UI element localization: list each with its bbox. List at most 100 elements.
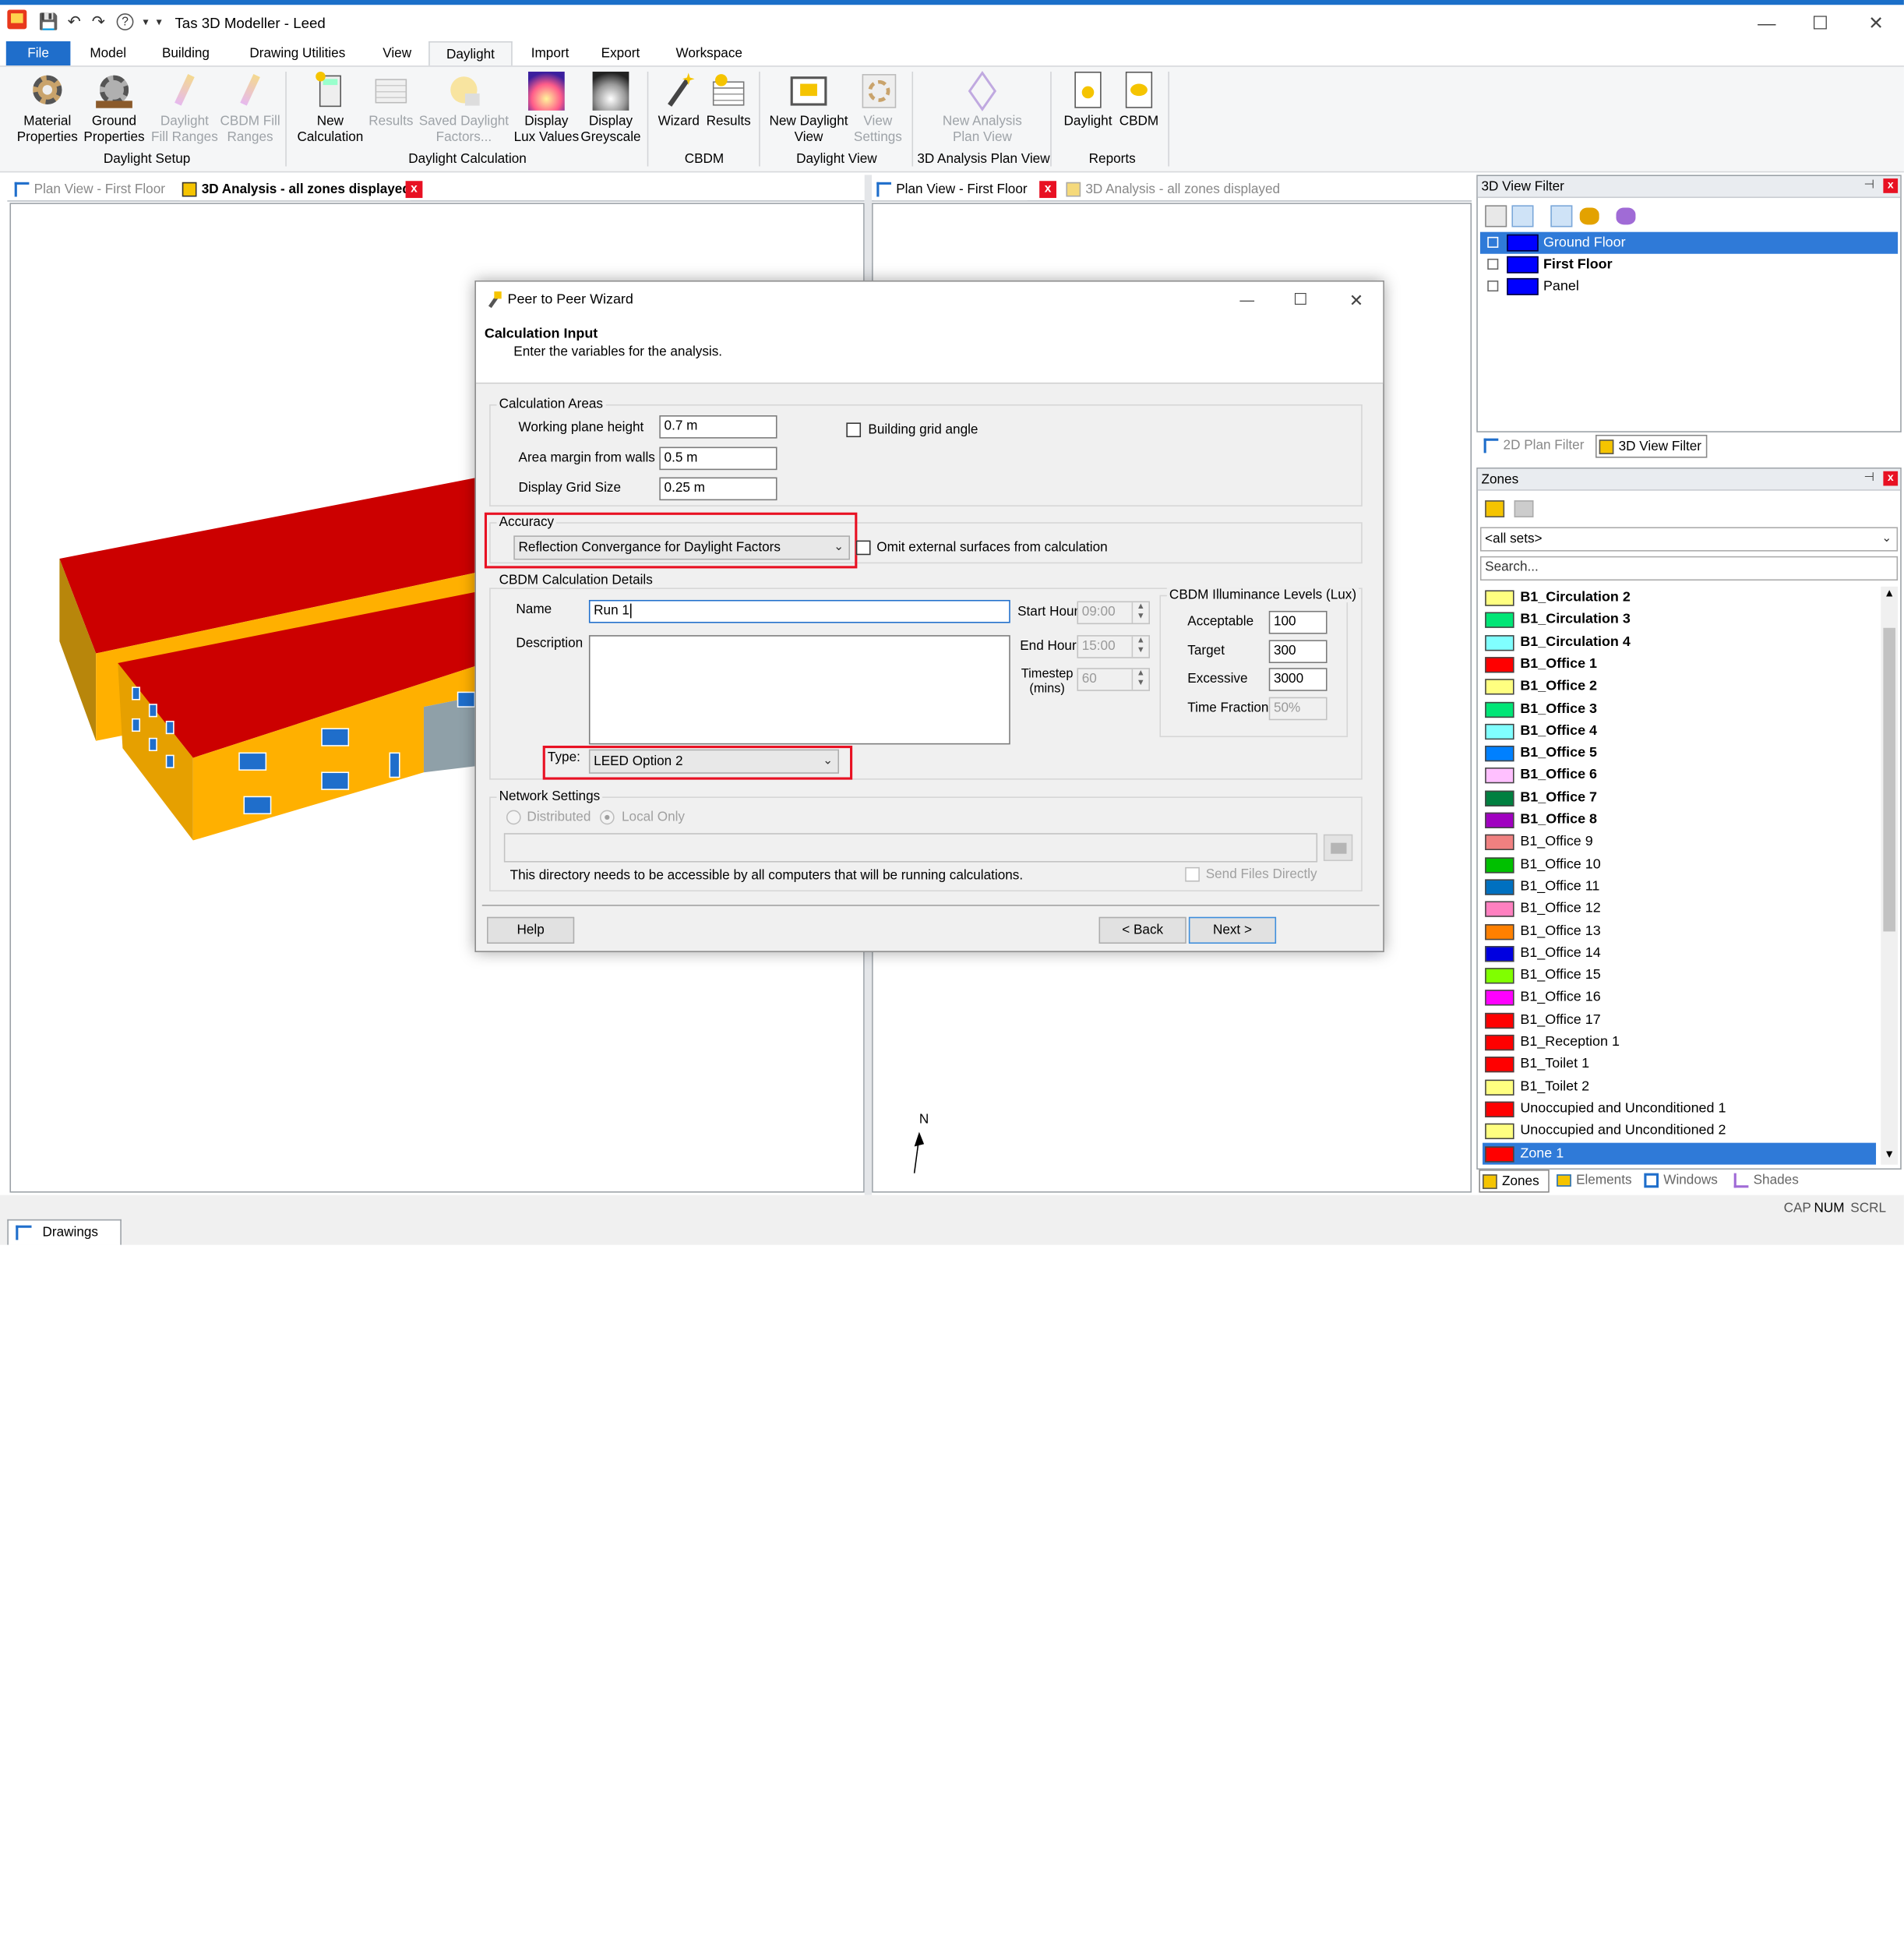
dialog-minimize-icon[interactable]: — — [1229, 287, 1265, 313]
close-tab-button[interactable]: x — [405, 181, 423, 199]
filter-set2-icon[interactable] — [1579, 207, 1599, 225]
building-grid-angle-checkbox[interactable] — [846, 422, 862, 438]
pin-icon[interactable]: ⊣ — [1863, 178, 1874, 192]
dialog-maximize-icon[interactable]: ☐ — [1282, 287, 1319, 313]
display-greyscale-button[interactable]: Display Greyscale — [578, 71, 643, 145]
zone-list-item[interactable]: B1_Circulation 2 — [1483, 587, 1876, 609]
zone-list-item[interactable]: B1_Office 16 — [1483, 986, 1876, 1009]
tab-drawing-utilities[interactable]: Drawing Utilities — [238, 41, 357, 65]
tab-file[interactable]: File — [5, 41, 71, 66]
zone-list-item[interactable]: B1_Office 14 — [1483, 942, 1876, 965]
network-directory-field[interactable] — [503, 833, 1318, 863]
zone-search-input[interactable]: Search... — [1479, 556, 1899, 581]
working-plane-field[interactable]: 0.7 m — [659, 415, 777, 439]
save-icon[interactable]: 💾 — [39, 12, 58, 30]
zone-tool-icon[interactable] — [1485, 500, 1505, 517]
daylight-fill-ranges-button[interactable]: Daylight Fill Ranges — [150, 72, 218, 145]
close-tab-button[interactable]: x — [1039, 181, 1056, 199]
zone-list-item[interactable]: B1_Circulation 3 — [1483, 609, 1876, 631]
back-button[interactable]: < Back — [1098, 916, 1186, 944]
tab-2d-plan-filter[interactable]: 2D Plan Filter — [1481, 435, 1584, 458]
help-icon[interactable]: ? — [116, 13, 134, 30]
filter-tool-icon[interactable] — [1485, 205, 1507, 228]
tab-plan-view-first-floor[interactable]: Plan View - First Floor — [12, 178, 165, 200]
cbdm-report-button[interactable]: CBDM — [1115, 71, 1163, 129]
type-select[interactable]: LEED Option 2 ⌄ — [588, 749, 839, 774]
zone-list-item[interactable]: B1_Office 15 — [1483, 965, 1876, 987]
name-input[interactable]: Run 1 — [588, 599, 1010, 623]
zone-list-item[interactable]: B1_Office 2 — [1483, 676, 1876, 698]
tab-plan-view-first-floor-right[interactable]: Plan View - First Floor — [874, 178, 1028, 201]
maximize-icon[interactable]: ☐ — [1802, 11, 1839, 37]
local-only-radio[interactable] — [599, 810, 615, 825]
zone-list-item[interactable]: B1_Office 4 — [1483, 720, 1876, 743]
close-icon[interactable]: ✕ — [1858, 11, 1895, 37]
expand-icon[interactable] — [1487, 236, 1499, 248]
scroll-down-icon[interactable]: ▼ — [1881, 1148, 1898, 1165]
view-settings-button[interactable]: View Settings — [850, 72, 906, 145]
area-margin-field[interactable]: 0.5 m — [659, 446, 777, 471]
pin-icon[interactable]: ⊣ — [1863, 471, 1874, 485]
tab-workspace[interactable]: Workspace — [665, 41, 753, 65]
cbdm-results-button[interactable]: Results — [704, 72, 753, 129]
zone-tool2-icon[interactable] — [1514, 500, 1534, 517]
new-analysis-plan-view-button[interactable]: New Analysis Plan View — [923, 70, 1042, 145]
new-daylight-view-button[interactable]: New Daylight View — [763, 72, 855, 145]
undo-icon[interactable]: ↶ — [65, 12, 83, 30]
zone-set-select[interactable]: <all sets> ⌄ — [1479, 527, 1899, 552]
zone-list-item[interactable]: B1_Office 12 — [1483, 898, 1876, 920]
saved-daylight-factors-button[interactable]: Saved Daylight Factors... — [415, 72, 513, 145]
tab-daylight[interactable]: Daylight — [428, 41, 513, 67]
zone-list-item[interactable]: B1_Office 7 — [1483, 786, 1876, 809]
zone-list-scrollbar[interactable]: ▲ ▼ — [1881, 586, 1899, 1165]
timestep-spinner[interactable]: 60 ▲ ▼ — [1077, 668, 1150, 691]
zone-list-item[interactable]: B1_Office 9 — [1483, 831, 1876, 854]
time-fraction-field[interactable]: 50% — [1268, 697, 1328, 721]
tab-view[interactable]: View — [372, 41, 422, 65]
spinner-arrows-icon[interactable]: ▲ ▼ — [1131, 636, 1149, 658]
start-hour-spinner[interactable]: 09:00 ▲ ▼ — [1077, 601, 1150, 625]
dialog-close-icon[interactable]: ✕ — [1338, 287, 1375, 313]
zone-list-item[interactable]: B1_Office 11 — [1483, 876, 1876, 898]
qat-customize-icon[interactable]: ▾ — [150, 13, 167, 30]
tab-3d-analysis[interactable]: 3D Analysis - all zones displayed — [179, 178, 411, 201]
filter-set3-icon[interactable] — [1616, 207, 1636, 225]
spinner-arrows-icon[interactable]: ▲ ▼ — [1131, 602, 1149, 623]
ground-properties-button[interactable]: Ground Properties — [80, 72, 148, 145]
zone-list-item[interactable]: B1_Office 10 — [1483, 853, 1876, 876]
filter-set-icon[interactable] — [1550, 205, 1573, 228]
zone-list-item[interactable]: Zone 1 — [1483, 1142, 1877, 1165]
filter-item-first-floor[interactable]: First Floor — [1480, 254, 1898, 276]
distributed-radio[interactable] — [506, 810, 521, 825]
browse-folder-button[interactable] — [1323, 834, 1353, 862]
minimize-icon[interactable]: — — [1748, 11, 1785, 37]
tab-3d-view-filter[interactable]: 3D View Filter — [1595, 434, 1708, 458]
zone-list-item[interactable]: B1_Circulation 4 — [1483, 631, 1876, 654]
zone-list-item[interactable]: B1_Office 8 — [1483, 809, 1876, 831]
tab-export[interactable]: Export — [593, 41, 649, 65]
end-hour-spinner[interactable]: 15:00 ▲ ▼ — [1077, 635, 1150, 658]
zone-list-item[interactable]: B1_Office 17 — [1483, 1009, 1876, 1032]
zone-list-item[interactable]: B1_Office 1 — [1483, 653, 1876, 676]
material-properties-button[interactable]: Material Properties — [9, 72, 85, 145]
cbdm-fill-ranges-button[interactable]: CBDM Fill Ranges — [219, 72, 282, 145]
redo-icon[interactable]: ↷ — [90, 12, 107, 30]
send-files-checkbox[interactable] — [1185, 866, 1200, 882]
spinner-arrows-icon[interactable]: ▲ ▼ — [1131, 669, 1149, 690]
zone-list-item[interactable]: B1_Reception 1 — [1483, 1031, 1876, 1053]
cbdm-wizard-button[interactable]: Wizard — [654, 72, 704, 129]
expand-icon[interactable] — [1487, 258, 1499, 270]
daylight-report-button[interactable]: Daylight — [1059, 71, 1117, 129]
new-calculation-button[interactable]: New Calculation — [291, 71, 369, 145]
tab-building[interactable]: Building — [150, 41, 220, 65]
grid-size-field[interactable]: 0.25 m — [659, 477, 777, 501]
tab-zones[interactable]: Zones — [1479, 1169, 1550, 1193]
next-button[interactable]: Next > — [1188, 916, 1277, 944]
help-button[interactable]: Help — [486, 916, 575, 944]
zone-list-item[interactable]: B1_Office 13 — [1483, 920, 1876, 943]
tab-elements[interactable]: Elements — [1554, 1170, 1632, 1193]
filter-zone-icon[interactable] — [1511, 205, 1534, 228]
tab-model[interactable]: Model — [80, 41, 136, 65]
scroll-thumb[interactable] — [1883, 627, 1895, 932]
acceptable-field[interactable]: 100 — [1268, 610, 1328, 634]
